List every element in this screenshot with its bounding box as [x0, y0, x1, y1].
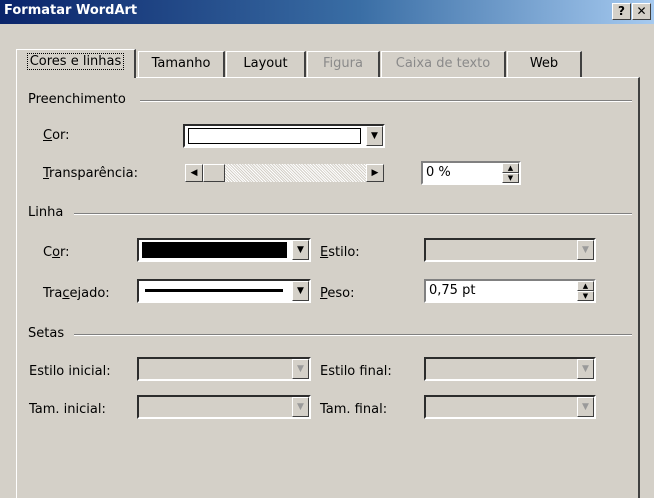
scroll-right-icon[interactable]: ▶	[366, 164, 384, 182]
tab-label: Web	[529, 56, 559, 71]
dropdown-arrow-icon[interactable]: ▼	[577, 359, 594, 379]
tab-label: Tamanho	[151, 56, 211, 71]
spin-down-icon[interactable]: ▼	[502, 173, 519, 183]
tab-caixa-de-texto[interactable]: Caixa de texto	[381, 51, 506, 77]
dropdown-arrow-icon[interactable]: ▼	[577, 397, 594, 417]
dash-dropdown[interactable]: ▼	[137, 279, 311, 303]
begin-size-dropdown[interactable]: ▼	[137, 395, 311, 419]
tab-cores-e-linhas[interactable]: Cores e linhas	[16, 49, 136, 78]
end-style-label: Estilo final:	[320, 364, 392, 379]
transparency-value[interactable]: 0 %	[426, 165, 451, 180]
arrows-group-label: Setas	[28, 326, 71, 341]
line-style-dropdown[interactable]: ▼	[424, 238, 596, 262]
slider-track[interactable]	[203, 164, 366, 182]
slider-thumb[interactable]	[203, 164, 225, 182]
window-title: Formatar WordArt	[4, 3, 138, 18]
end-size-dropdown[interactable]: ▼	[424, 395, 596, 419]
weight-value[interactable]: 0,75 pt	[429, 283, 475, 298]
tab-label: Cores e linhas	[26, 53, 125, 70]
tab-label: Caixa de texto	[395, 56, 491, 71]
tab-label: Layout	[243, 56, 288, 71]
fill-color-label: Cor:	[43, 128, 70, 143]
spin-down-icon[interactable]: ▼	[577, 291, 594, 301]
line-color-swatch	[142, 242, 287, 258]
line-style-label: Estilo:	[320, 245, 360, 260]
line-color-dropdown[interactable]: ▼	[137, 238, 311, 262]
end-size-label: Tam. final:	[320, 402, 388, 417]
dropdown-arrow-icon[interactable]: ▼	[577, 240, 594, 260]
tab-layout[interactable]: Layout	[226, 51, 306, 77]
fill-group-label: Preenchimento	[28, 92, 132, 107]
title-bar: Formatar WordArt ? ✕	[0, 0, 654, 24]
weight-label: Peso:	[320, 286, 355, 301]
close-button[interactable]: ✕	[632, 3, 651, 20]
spin-up-icon[interactable]: ▲	[577, 281, 594, 291]
spin-up-icon[interactable]: ▲	[502, 163, 519, 173]
line-group-label: Linha	[28, 205, 70, 220]
group-divider	[74, 334, 632, 336]
scroll-left-icon[interactable]: ◀	[185, 164, 203, 182]
dash-label: Tracejado:	[43, 286, 110, 301]
dropdown-arrow-icon[interactable]: ▼	[292, 359, 309, 379]
group-divider	[74, 213, 632, 215]
dropdown-arrow-icon[interactable]: ▼	[366, 126, 383, 146]
transparency-slider[interactable]: ◀ ▶	[185, 164, 384, 182]
begin-style-dropdown[interactable]: ▼	[137, 357, 311, 381]
fill-color-dropdown[interactable]: ▼	[183, 124, 385, 148]
weight-spinner[interactable]: 0,75 pt ▲ ▼	[424, 279, 596, 303]
help-button[interactable]: ?	[612, 3, 631, 20]
group-divider	[140, 100, 632, 102]
tab-tamanho[interactable]: Tamanho	[138, 51, 225, 77]
tab-figura[interactable]: Figura	[307, 51, 380, 77]
dropdown-arrow-icon[interactable]: ▼	[292, 281, 309, 301]
end-style-dropdown[interactable]: ▼	[424, 357, 596, 381]
transparency-spinner[interactable]: 0 % ▲ ▼	[421, 161, 521, 185]
dropdown-arrow-icon[interactable]: ▼	[292, 397, 309, 417]
fill-color-swatch	[188, 128, 361, 144]
transparency-label: Transparência:	[43, 166, 138, 181]
dash-line-sample	[145, 289, 283, 292]
tab-web[interactable]: Web	[507, 51, 582, 77]
begin-style-label: Estilo inicial:	[29, 364, 111, 379]
line-color-label: Cor:	[43, 245, 70, 260]
dropdown-arrow-icon[interactable]: ▼	[292, 240, 309, 260]
tab-label: Figura	[323, 56, 363, 71]
begin-size-label: Tam. inicial:	[29, 402, 106, 417]
